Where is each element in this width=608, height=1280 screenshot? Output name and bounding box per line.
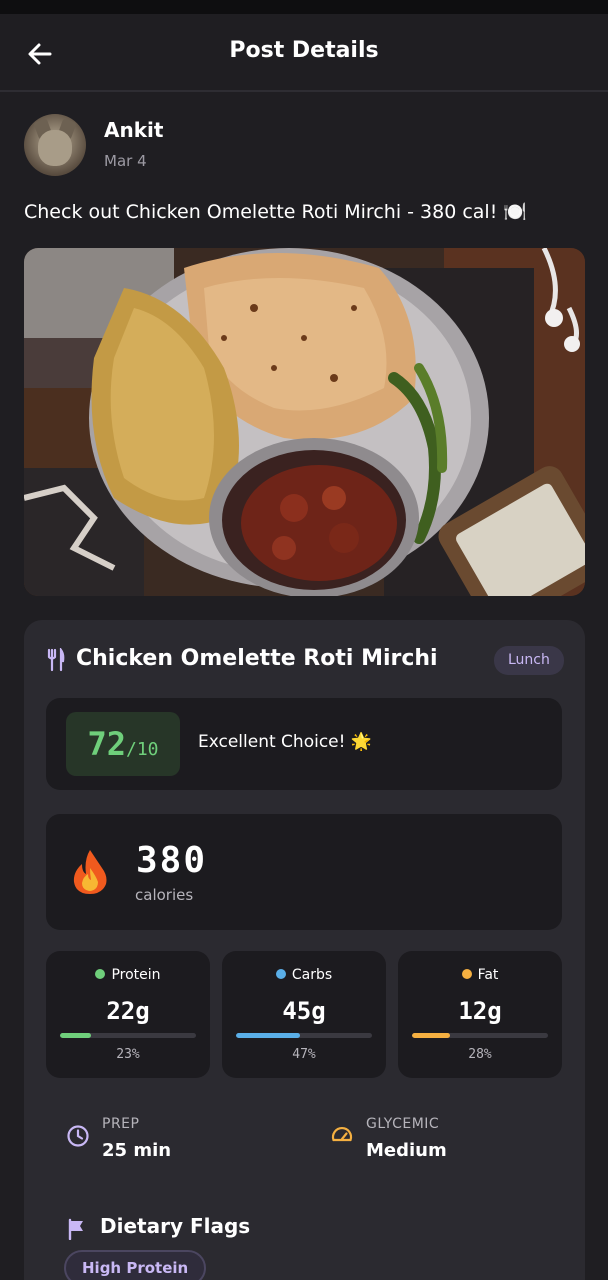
post-image[interactable]	[24, 248, 585, 596]
score-max: /10	[126, 739, 159, 760]
calories-panel: 380 calories	[46, 814, 562, 930]
dietary-flags-header: Dietary Flags	[66, 1214, 366, 1244]
avatar[interactable]	[24, 114, 86, 176]
prep-value: 25 min	[102, 1140, 172, 1161]
app-bar: Post Details	[0, 14, 608, 92]
macro-value: 12g	[458, 997, 502, 1025]
glycemic-value: Medium	[366, 1140, 447, 1161]
macro-label: Carbs	[291, 967, 333, 983]
fork-knife-icon	[47, 648, 65, 672]
clock-icon	[67, 1125, 89, 1147]
meal-card: Chicken Omelette Roti Mirchi Lunch 72/10…	[24, 620, 585, 1280]
macro-progress-track	[60, 1033, 196, 1038]
gauge-icon	[331, 1126, 353, 1142]
flag-icon	[68, 1218, 83, 1240]
protein-dot	[95, 969, 106, 979]
status-bar	[0, 0, 608, 14]
score-panel: 72/10 Excellent Choice! 🌟	[46, 698, 562, 790]
macro-percent: 47%	[292, 1047, 316, 1062]
macro-label: Protein	[111, 967, 161, 983]
food-photo	[24, 248, 585, 596]
protein-progress-fill	[60, 1033, 92, 1038]
macro-fat: Fat 12g 28%	[398, 951, 562, 1078]
macro-percent: 23%	[116, 1047, 140, 1062]
macro-progress-track	[236, 1033, 372, 1038]
fat-dot	[461, 969, 472, 979]
macro-progress-track	[412, 1033, 548, 1038]
prep-label: PREP	[102, 1116, 140, 1132]
health-score: 72/10	[66, 712, 180, 776]
meal-header: Chicken Omelette Roti Mirchi	[46, 646, 566, 678]
meal-type-badge: Lunch	[494, 646, 564, 675]
carbs-dot	[275, 969, 286, 979]
post-date: Mar 4	[104, 152, 147, 170]
carbs-progress-fill	[236, 1033, 300, 1038]
macro-value: 45g	[282, 997, 326, 1025]
post-caption: Check out Chicken Omelette Roti Mirchi -…	[24, 201, 528, 223]
macro-carbs: Carbs 45g 47%	[222, 951, 386, 1078]
macro-protein: Protein 22g 23%	[46, 951, 210, 1078]
score-label: Excellent Choice! 🌟	[198, 732, 373, 752]
post-author: Ankit Mar 4	[24, 114, 584, 178]
macro-label: Fat	[477, 967, 499, 983]
dietary-flags-title: Dietary Flags	[100, 1214, 251, 1238]
score-value: 72	[87, 725, 126, 763]
calories-value: 380	[136, 840, 208, 881]
meal-name: Chicken Omelette Roti Mirchi	[76, 646, 438, 671]
prep-time: PREP 25 min	[66, 1116, 306, 1164]
page-title: Post Details	[229, 38, 379, 63]
macro-value: 22g	[106, 997, 150, 1025]
author-name[interactable]: Ankit	[104, 118, 163, 142]
macro-percent: 28%	[468, 1047, 492, 1062]
glycemic-label: GLYCEMIC	[366, 1116, 440, 1132]
fat-progress-fill	[412, 1033, 451, 1038]
glycemic-index: GLYCEMIC Medium	[330, 1116, 570, 1164]
calories-label: calories	[135, 886, 194, 904]
dietary-flag-chip[interactable]: High Protein	[64, 1250, 207, 1280]
fire-icon	[73, 850, 107, 894]
